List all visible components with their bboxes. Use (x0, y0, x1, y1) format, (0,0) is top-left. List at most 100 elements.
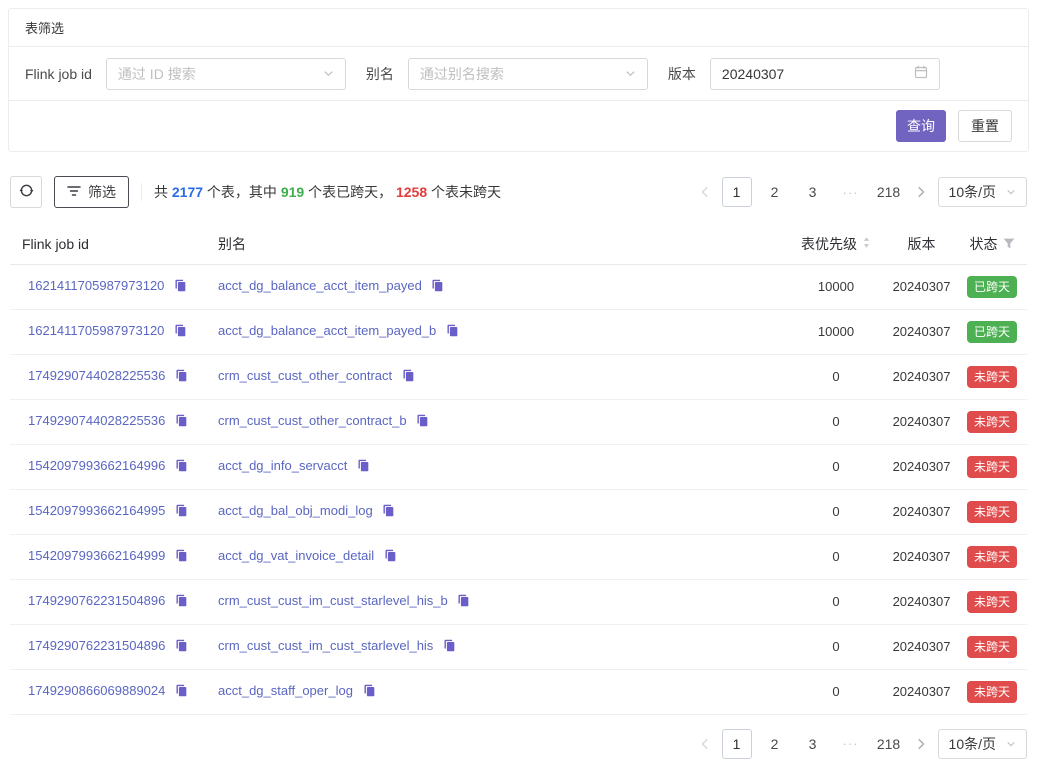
pagination-page-1[interactable]: 1 (722, 177, 752, 207)
copy-icon[interactable] (175, 459, 188, 475)
refresh-button[interactable] (10, 176, 42, 208)
pagination-page-3[interactable]: 3 (798, 177, 828, 207)
status-badge: 未跨天 (967, 546, 1017, 568)
pagination-page-3[interactable]: 3 (798, 729, 828, 759)
column-filter-icon[interactable] (1003, 236, 1015, 252)
job-id-link[interactable]: 1749290762231504896 (28, 638, 165, 653)
status-badge: 已跨天 (967, 276, 1017, 298)
copy-icon[interactable] (175, 639, 188, 655)
job-id-link[interactable]: 1621411705987973120 (28, 278, 164, 293)
copy-icon[interactable] (443, 639, 456, 655)
job-id-link[interactable]: 1749290744028225536 (28, 368, 165, 383)
priority-cell: 10000 (786, 309, 886, 354)
version-label: 版本 (668, 64, 696, 84)
copy-icon[interactable] (382, 504, 395, 520)
version-cell: 20240307 (886, 264, 957, 309)
pagination-prev-icon[interactable] (696, 177, 714, 207)
filter-fields-row: Flink job id 通过 ID 搜索 别名 通过别名搜索 (9, 47, 1028, 101)
job-id-link[interactable]: 1749290744028225536 (28, 413, 165, 428)
pagination-page-1[interactable]: 1 (722, 729, 752, 759)
status-badge: 未跨天 (967, 456, 1017, 478)
pagination-next-icon[interactable] (912, 729, 930, 759)
job-id-link[interactable]: 1542097993662164995 (28, 503, 165, 518)
copy-icon[interactable] (363, 684, 376, 700)
copy-icon[interactable] (446, 324, 459, 340)
filter-button[interactable]: 筛选 (54, 176, 129, 208)
job-id-link[interactable]: 1621411705987973120 (28, 323, 164, 338)
copy-icon[interactable] (402, 369, 415, 385)
job-id-link[interactable]: 1749290866069889024 (28, 683, 165, 698)
copy-icon[interactable] (175, 369, 188, 385)
filter-card-title: 表筛选 (9, 9, 1028, 47)
priority-cell: 0 (786, 669, 886, 714)
version-date-value: 20240307 (722, 66, 784, 82)
copy-icon[interactable] (175, 594, 188, 610)
copy-icon[interactable] (174, 324, 187, 340)
copy-icon[interactable] (357, 459, 370, 475)
pagination-ellipsis[interactable]: ··· (836, 729, 866, 759)
chevron-down-icon (625, 66, 636, 82)
version-cell: 20240307 (886, 624, 957, 669)
refresh-icon (19, 183, 34, 201)
page-size-select[interactable]: 10条/页 (938, 729, 1027, 759)
alias-link[interactable]: acct_dg_balance_acct_item_payed (218, 278, 422, 293)
alias-link[interactable]: acct_dg_balance_acct_item_payed_b (218, 323, 436, 338)
alias-field: 别名 通过别名搜索 (366, 58, 648, 90)
copy-icon[interactable] (431, 279, 444, 295)
reset-button[interactable]: 重置 (958, 110, 1012, 142)
pagination-prev-icon[interactable] (696, 729, 714, 759)
priority-cell: 10000 (786, 264, 886, 309)
copy-icon[interactable] (175, 549, 188, 565)
pagination-ellipsis[interactable]: ··· (836, 177, 866, 207)
table-row: 1749290744028225536 crm_cust_cust_other_… (10, 399, 1027, 444)
pagination-page-218[interactable]: 218 (874, 729, 904, 759)
pagination-page-2[interactable]: 2 (760, 729, 790, 759)
alias-link[interactable]: acct_dg_bal_obj_modi_log (218, 503, 373, 518)
pagination-page-2[interactable]: 2 (760, 177, 790, 207)
copy-icon[interactable] (174, 279, 187, 295)
alias-link[interactable]: crm_cust_cust_other_contract (218, 368, 392, 383)
alias-link[interactable]: acct_dg_staff_oper_log (218, 683, 353, 698)
version-date-input[interactable]: 20240307 (710, 58, 940, 90)
header-priority-label: 表优先级 (801, 234, 857, 254)
alias-select[interactable]: 通过别名搜索 (408, 58, 648, 90)
pagination-next-icon[interactable] (912, 177, 930, 207)
not-crossed-count: 1258 (396, 184, 427, 200)
sorter-icon[interactable] (862, 236, 871, 252)
crossed-count: 919 (281, 184, 304, 200)
pagination-page-218[interactable]: 218 (874, 177, 904, 207)
copy-icon[interactable] (175, 414, 188, 430)
alias-link[interactable]: crm_cust_cust_other_contract_b (218, 413, 407, 428)
chevron-down-icon (1006, 736, 1016, 752)
chevron-down-icon (323, 66, 334, 82)
alias-link[interactable]: acct_dg_info_servacct (218, 458, 347, 473)
page: 表筛选 Flink job id 通过 ID 搜索 别名 通过别名搜索 (0, 0, 1037, 771)
copy-icon[interactable] (175, 504, 188, 520)
flink-job-id-select[interactable]: 通过 ID 搜索 (106, 58, 346, 90)
header-status-label: 状态 (970, 234, 998, 254)
copy-icon[interactable] (175, 684, 188, 700)
job-id-link[interactable]: 1542097993662164999 (28, 548, 165, 563)
job-id-link[interactable]: 1749290762231504896 (28, 593, 165, 608)
filter-lines-icon (67, 184, 81, 200)
version-cell: 20240307 (886, 579, 957, 624)
job-id-link[interactable]: 1542097993662164996 (28, 458, 165, 473)
flink-job-id-label: Flink job id (25, 66, 92, 82)
version-cell: 20240307 (886, 489, 957, 534)
alias-link[interactable]: crm_cust_cust_im_cust_starlevel_his_b (218, 593, 448, 608)
alias-link[interactable]: crm_cust_cust_im_cust_starlevel_his (218, 638, 433, 653)
priority-cell: 0 (786, 579, 886, 624)
calendar-icon (914, 65, 928, 82)
table-summary: 共 2177 个表，其中 919 个表已跨天， 1258 个表未跨天 (154, 182, 501, 202)
summary-text: 共 (154, 184, 172, 200)
version-cell: 20240307 (886, 534, 957, 579)
alias-link[interactable]: acct_dg_vat_invoice_detail (218, 548, 374, 563)
priority-cell: 0 (786, 444, 886, 489)
copy-icon[interactable] (384, 549, 397, 565)
status-badge: 未跨天 (967, 681, 1017, 703)
summary-text: 个表未跨天 (427, 184, 501, 200)
copy-icon[interactable] (416, 414, 429, 430)
copy-icon[interactable] (457, 594, 470, 610)
page-size-select[interactable]: 10条/页 (938, 177, 1027, 207)
query-button[interactable]: 查询 (896, 110, 946, 142)
